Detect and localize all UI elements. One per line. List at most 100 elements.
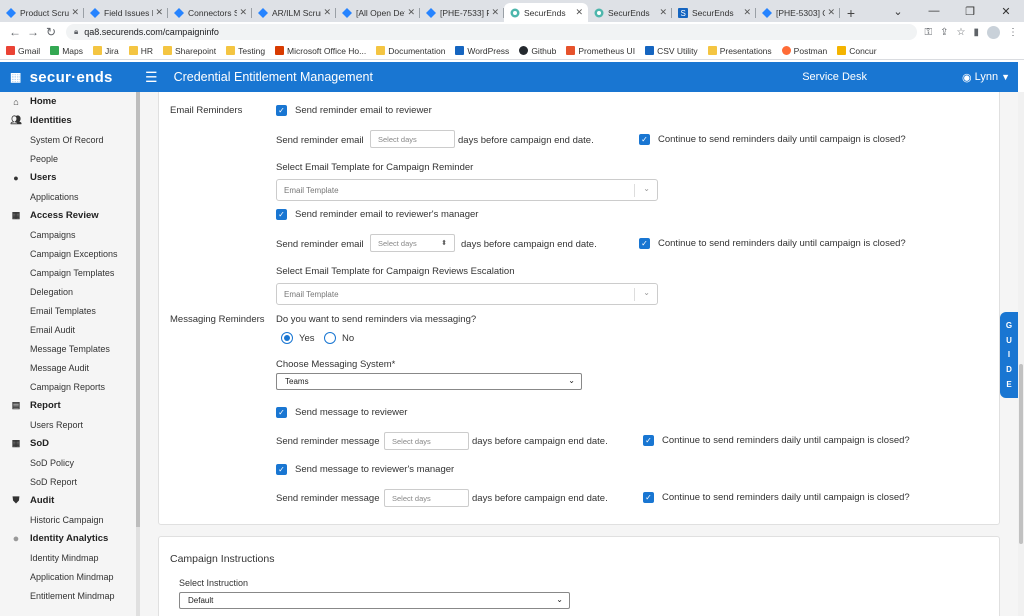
send-manager-email-checkbox[interactable]: ✓	[276, 209, 287, 220]
continue-daily-checkbox-4[interactable]: ✓	[643, 492, 654, 503]
browser-tab[interactable]: AR/ILM Scrum✕	[252, 3, 336, 22]
sidebar-section-users[interactable]: ● Users	[0, 168, 140, 187]
service-desk-link[interactable]: Service Desk	[802, 71, 867, 83]
browser-tab[interactable]: [All Open Defe✕	[336, 3, 420, 22]
sidebar-item-campaigns[interactable]: Campaigns	[0, 225, 140, 244]
tab-close-icon[interactable]: ✕	[575, 7, 583, 18]
logo[interactable]: ▦ secur·ends	[0, 69, 140, 86]
instruction-select[interactable]: Default ⌄	[179, 592, 570, 609]
sidebar-item-campaign-reports[interactable]: Campaign Reports	[0, 377, 140, 396]
tab-close-icon[interactable]: ✕	[743, 7, 751, 18]
sidebar-item-campaign-templates[interactable]: Campaign Templates	[0, 263, 140, 282]
sidebar-item-delegation[interactable]: Delegation	[0, 282, 140, 301]
guide-tab[interactable]: GUIDE	[1000, 312, 1018, 398]
bookmark-item[interactable]: Postman	[781, 46, 827, 56]
minimize-icon[interactable]: —	[916, 5, 952, 17]
bookmark-item[interactable]: Documentation	[376, 46, 445, 56]
tab-close-icon[interactable]: ✕	[71, 7, 79, 18]
sidebar-section-access-review[interactable]: ▦ Access Review	[0, 206, 140, 225]
continue-daily-checkbox-1[interactable]: ✓	[639, 134, 650, 145]
bookmark-item[interactable]: Github	[519, 46, 556, 56]
msg-reviewer-days-input[interactable]: Select days	[384, 432, 469, 450]
new-tab-button[interactable]: +	[840, 3, 862, 22]
continue-daily-checkbox-3[interactable]: ✓	[643, 435, 654, 446]
sidebar-item-people[interactable]: People	[0, 149, 140, 168]
bookmark-item[interactable]: Testing	[226, 46, 265, 56]
bookmark-item[interactable]: HR	[128, 46, 153, 56]
bookmark-item[interactable]: Gmail	[6, 46, 40, 56]
reviewer-days-input[interactable]: Select days	[370, 130, 455, 148]
sidebar-item-application-mindmap[interactable]: Application Mindmap	[0, 567, 140, 586]
tab-close-icon[interactable]: ✕	[659, 7, 667, 18]
tab-close-icon[interactable]: ✕	[155, 7, 163, 18]
sidebar-item-message-templates[interactable]: Message Templates	[0, 339, 140, 358]
spinner-icon[interactable]: ⬍	[441, 239, 447, 247]
key-icon[interactable]: ⚿	[925, 27, 933, 38]
star-icon[interactable]: ☆	[957, 27, 966, 38]
sidebar-item-sod-report[interactable]: SoD Report	[0, 472, 140, 491]
browser-tab[interactable]: SecurEnds ✕	[504, 3, 588, 22]
sidebar-section-identity-analytics[interactable]: ● Identity Analytics	[0, 529, 140, 548]
sidebar-item-email-templates[interactable]: Email Templates	[0, 301, 140, 320]
url-input[interactable]: 🔒︎ qa8.securends.com/campaigninfo	[66, 24, 917, 40]
send-msg-manager-checkbox[interactable]: ✓	[276, 464, 287, 475]
tab-close-icon[interactable]: ✕	[407, 7, 415, 18]
sidebar-section-report[interactable]: ▤ Report	[0, 396, 140, 415]
back-icon[interactable]: ←	[6, 25, 24, 39]
side-panel-icon[interactable]: ▮	[973, 27, 979, 38]
messaging-yes-option[interactable]: Yes	[281, 332, 315, 344]
reload-icon[interactable]: ↻	[42, 25, 60, 39]
sidebar-section-audit[interactable]: ⛊ Audit	[0, 491, 140, 510]
bookmark-item[interactable]: Jira	[93, 46, 119, 56]
user-menu[interactable]: ◉ Lynn ▼	[962, 71, 1010, 84]
sidebar-section-home[interactable]: ⌂ Home	[0, 92, 140, 111]
forward-icon[interactable]: →	[24, 25, 42, 39]
bookmark-item[interactable]: Concur	[837, 46, 877, 56]
escalation-template-select[interactable]: Email Template ⌄	[276, 283, 658, 305]
tab-close-icon[interactable]: ✕	[323, 7, 331, 18]
browser-tab[interactable]: Connectors Sc✕	[168, 3, 252, 22]
tab-close-icon[interactable]: ✕	[827, 7, 835, 18]
sidebar-section-sod[interactable]: ▦ SoD	[0, 434, 140, 453]
share-icon[interactable]: ⇪	[940, 27, 948, 38]
chevron-down-icon[interactable]: ⌄	[880, 5, 916, 18]
tab-close-icon[interactable]: ✕	[239, 7, 247, 18]
bookmark-item[interactable]: Sharepoint	[162, 46, 216, 56]
sidebar-item-system-of-record[interactable]: System Of Record	[0, 130, 140, 149]
sidebar-item-users-report[interactable]: Users Report	[0, 415, 140, 434]
browser-tab[interactable]: SecurEnds ✕	[588, 3, 672, 22]
continue-daily-checkbox-2[interactable]: ✓	[639, 238, 650, 249]
apps-grid-icon[interactable]: ▦	[10, 70, 22, 84]
sidebar-item-identity-mindmap[interactable]: Identity Mindmap	[0, 548, 140, 567]
bookmark-item[interactable]: Prometheus UI	[566, 46, 635, 56]
sidebar-item-applications[interactable]: Applications	[0, 187, 140, 206]
menu-dots-icon[interactable]: ⋮	[1008, 27, 1018, 38]
bookmark-item[interactable]: Microsoft Office Ho...	[275, 46, 366, 56]
browser-tab[interactable]: Product Scrum✕	[0, 3, 84, 22]
sidebar-section-identities[interactable]: 👥︎ Identities	[0, 111, 140, 130]
sidebar-item-campaign-exceptions[interactable]: Campaign Exceptions	[0, 244, 140, 263]
sidebar-item-entitlement-mindmap[interactable]: Entitlement Mindmap	[0, 586, 140, 605]
tab-close-icon[interactable]: ✕	[491, 7, 499, 18]
messaging-system-select[interactable]: Teams ⌄	[276, 373, 582, 390]
browser-tab[interactable]: S SecurEnds ✕	[672, 3, 756, 22]
send-reviewer-email-checkbox[interactable]: ✓	[276, 105, 287, 116]
bookmark-item[interactable]: Presentations	[707, 46, 772, 56]
msg-manager-days-input[interactable]: Select days	[384, 489, 469, 507]
bookmark-item[interactable]: CSV Utility	[645, 46, 698, 56]
restore-icon[interactable]: ❐	[952, 5, 988, 18]
reminder-template-select[interactable]: Email Template ⌄	[276, 179, 658, 201]
sidebar-item-historic-campaign[interactable]: Historic Campaign	[0, 510, 140, 529]
close-icon[interactable]: ✕	[988, 5, 1024, 18]
manager-days-input[interactable]: Select days ⬍	[370, 234, 455, 252]
browser-tab[interactable]: [PHE-7533] Pu✕	[420, 3, 504, 22]
sidebar-item-sod-policy[interactable]: SoD Policy	[0, 453, 140, 472]
bookmark-item[interactable]: WordPress	[455, 46, 509, 56]
sidebar-item-message-audit[interactable]: Message Audit	[0, 358, 140, 377]
messaging-no-option[interactable]: No	[324, 332, 354, 344]
sidebar-item-email-audit[interactable]: Email Audit	[0, 320, 140, 339]
page-scrollbar[interactable]	[1018, 92, 1024, 616]
bookmark-item[interactable]: Maps	[50, 46, 83, 56]
send-msg-reviewer-checkbox[interactable]: ✓	[276, 407, 287, 418]
hamburger-menu-icon[interactable]: ☰	[145, 69, 158, 86]
